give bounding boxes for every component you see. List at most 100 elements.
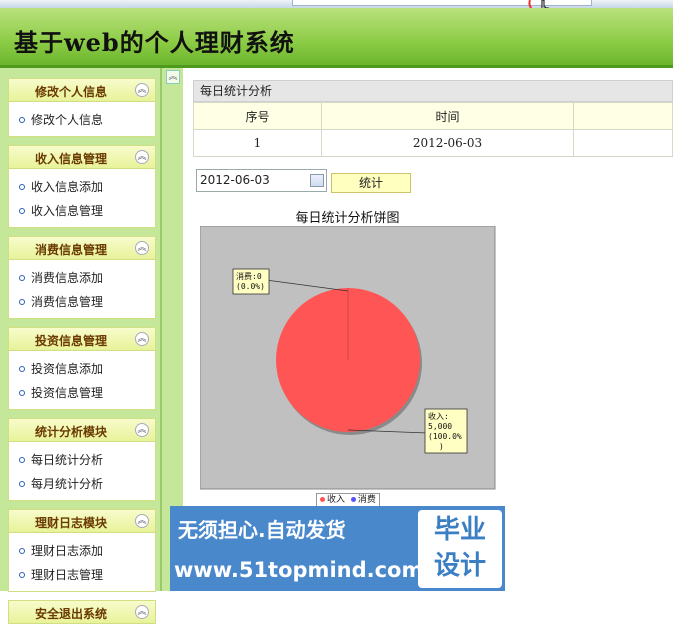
- menu-group-income: 收入信息管理 ︽ 收入信息添加 收入信息管理: [8, 145, 156, 228]
- bullet-icon: [19, 299, 25, 305]
- slice-label-text: 收入:: [428, 411, 449, 421]
- sidebar-item-daily-stats[interactable]: 每日统计分析: [19, 448, 155, 472]
- slice-label-text: 5,000: [428, 422, 452, 431]
- collapse-icon[interactable]: ︽: [135, 605, 149, 619]
- watermark-banner: 无须担心.自动发货 www.51topmind.com 毕业 设计: [170, 506, 505, 591]
- bullet-icon: [19, 572, 25, 578]
- menu-item-label: 投资信息添加: [31, 362, 104, 376]
- menu-item-label: 每月统计分析: [31, 477, 104, 491]
- table-cell: [573, 129, 673, 157]
- bullet-icon: [19, 184, 25, 190]
- sidebar-item-income-manage[interactable]: 收入信息管理: [19, 199, 155, 223]
- sidebar-item-investment-manage[interactable]: 投资信息管理: [19, 381, 155, 405]
- bullet-icon: [19, 275, 25, 281]
- menu-head-label: 理财日志模块: [34, 516, 107, 530]
- table-header-row: 序号 时间: [193, 102, 673, 130]
- collapse-icon[interactable]: ︽: [135, 514, 149, 528]
- menu-group-expense: 消费信息管理 ︽ 消费信息添加 消费信息管理: [8, 236, 156, 319]
- column-header: [573, 102, 673, 130]
- date-value: 2012-06-03: [200, 173, 270, 187]
- sidebar-item-expense-manage[interactable]: 消费信息管理: [19, 290, 155, 314]
- menu-item-label: 消费信息添加: [31, 271, 104, 285]
- menu-head-label: 安全退出系统: [34, 607, 107, 621]
- collapse-icon[interactable]: ︽: [135, 423, 149, 437]
- date-input[interactable]: 2012-06-03: [196, 169, 327, 192]
- table-cell: 2012-06-03: [321, 129, 574, 157]
- menu-group-statistics: 统计分析模块 ︽ 每日统计分析 每月统计分析: [8, 418, 156, 501]
- bullet-icon: [19, 208, 25, 214]
- calendar-icon[interactable]: [310, 174, 324, 187]
- app-header: 基于web的个人理财系统: [0, 8, 673, 68]
- table-cell: 1: [193, 129, 322, 157]
- menu-head-label: 收入信息管理: [34, 152, 107, 166]
- slice-label-text: 消费:0: [236, 271, 262, 281]
- statistics-button[interactable]: 统计: [331, 173, 411, 193]
- menu-head-label: 统计分析模块: [34, 425, 107, 439]
- sidebar-item-monthly-stats[interactable]: 每月统计分析: [19, 472, 155, 496]
- menu-body: 消费信息添加 消费信息管理: [8, 260, 156, 319]
- bullet-icon: [19, 366, 25, 372]
- menu-group-journal: 理财日志模块 ︽ 理财日志添加 理财日志管理: [8, 509, 156, 592]
- menu-head[interactable]: 统计分析模块 ︽: [8, 418, 156, 442]
- legend-swatch: [350, 497, 356, 502]
- menu-head[interactable]: 修改个人信息 ︽: [8, 78, 156, 102]
- chart-legend: 收入 消费: [316, 493, 380, 507]
- menu-head-label: 消费信息管理: [34, 243, 107, 257]
- legend-label: 收入: [327, 495, 346, 505]
- menu-body: 收入信息添加 收入信息管理: [8, 169, 156, 228]
- collapse-sidebar-icon[interactable]: ︽: [166, 70, 180, 84]
- menu-item-label: 修改个人信息: [31, 113, 104, 127]
- menu-head-label: 投资信息管理: [34, 334, 107, 348]
- collapse-icon[interactable]: ︽: [135, 150, 149, 164]
- slice-label-expense: 消费:0 (0.0%): [232, 268, 270, 295]
- menu-head[interactable]: 安全退出系统 ︽: [8, 600, 156, 624]
- sidebar: 修改个人信息 ︽ 修改个人信息 收入信息管理 ︽ 收入信息添加 收入信息管理 消…: [8, 78, 156, 632]
- watermark-url: www.51topmind.com: [174, 558, 424, 582]
- menu-head[interactable]: 收入信息管理 ︽: [8, 145, 156, 169]
- menu-head[interactable]: 理财日志模块 ︽: [8, 509, 156, 533]
- stats-table: 序号 时间 1 2012-06-03: [193, 102, 673, 157]
- legend-swatch: [320, 497, 325, 502]
- bullet-icon: [19, 457, 25, 463]
- sidebar-item-journal-add[interactable]: 理财日志添加: [19, 539, 155, 563]
- sidebar-item-edit-profile[interactable]: 修改个人信息: [19, 108, 155, 132]
- slice-label-income: 收入: 5,000 (100.0% ): [424, 408, 468, 454]
- panel-title: 每日统计分析: [193, 80, 673, 102]
- table-row: 1 2012-06-03: [193, 129, 673, 157]
- watermark-logo: 毕业 设计: [418, 510, 502, 588]
- menu-head[interactable]: 消费信息管理 ︽: [8, 236, 156, 260]
- menu-body: 每日统计分析 每月统计分析: [8, 442, 156, 501]
- collapse-icon[interactable]: ︽: [135, 241, 149, 255]
- sidebar-item-income-add[interactable]: 收入信息添加: [19, 175, 155, 199]
- bullet-icon: [19, 548, 25, 554]
- sidebar-item-journal-manage[interactable]: 理财日志管理: [19, 563, 155, 587]
- sidebar-item-investment-add[interactable]: 投资信息添加: [19, 357, 155, 381]
- chart-title: 每日统计分析饼图: [295, 211, 400, 226]
- menu-body: 投资信息添加 投资信息管理: [8, 351, 156, 410]
- menu-item-label: 每日统计分析: [31, 453, 104, 467]
- collapse-icon[interactable]: ︽: [135, 332, 149, 346]
- watermark-logo-text: 设计: [433, 551, 486, 581]
- column-header: 序号: [193, 102, 322, 130]
- menu-body: 修改个人信息: [8, 102, 156, 137]
- menu-item-label: 理财日志管理: [31, 568, 104, 582]
- menu-head[interactable]: 投资信息管理 ︽: [8, 327, 156, 351]
- browser-top-strip: [0, 0, 673, 8]
- menu-head-label: 修改个人信息: [34, 85, 107, 99]
- slice-label-text: ): [439, 442, 444, 451]
- sidebar-item-expense-add[interactable]: 消费信息添加: [19, 266, 155, 290]
- menu-item-label: 投资信息管理: [31, 386, 104, 400]
- legend-label: 消费: [357, 495, 376, 505]
- bullet-icon: [19, 481, 25, 487]
- pie-chart: 消费:0 (0.0%) 收入: 5,000 (100.0% ): [200, 226, 496, 490]
- menu-body: 理财日志添加 理财日志管理: [8, 533, 156, 592]
- menu-item-label: 收入信息添加: [31, 180, 104, 194]
- slice-label-text: (0.0%): [236, 282, 265, 291]
- menu-group-investment: 投资信息管理 ︽ 投资信息添加 投资信息管理: [8, 327, 156, 410]
- watermark-text: 无须担心.自动发货: [178, 518, 346, 542]
- menu-item-label: 理财日志添加: [31, 544, 104, 558]
- app-title: 基于web的个人理财系统: [14, 28, 295, 57]
- collapse-icon[interactable]: ︽: [135, 83, 149, 97]
- menu-item-label: 消费信息管理: [31, 295, 104, 309]
- menu-group-logout: 安全退出系统 ︽: [8, 600, 156, 624]
